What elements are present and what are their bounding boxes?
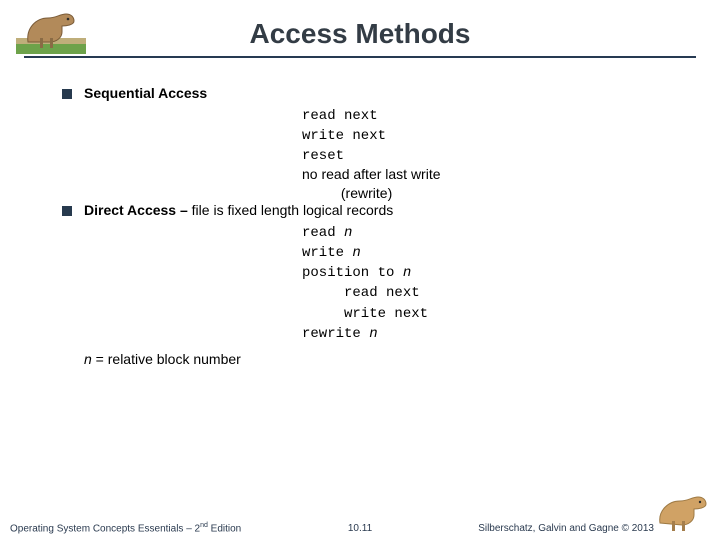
slide-title: Access Methods <box>0 18 720 50</box>
footer-right: Silberschatz, Galvin and Gagne © 2013 <box>478 523 654 534</box>
dinosaur-icon <box>654 493 712 538</box>
note-rest: = relative block number <box>92 351 241 367</box>
op-n: n <box>369 326 377 342</box>
op: write next <box>302 128 386 144</box>
op-n: n <box>352 245 360 261</box>
bullet-label: Sequential Access <box>84 85 207 103</box>
slide-body: Sequential Access read next write next r… <box>62 85 690 369</box>
bullet-label: Direct Access – <box>84 202 192 218</box>
op-n: n <box>344 225 352 241</box>
bullet-icon <box>62 89 72 99</box>
seq-ops: read next write next reset no read after… <box>302 105 690 202</box>
note-n: n <box>84 351 92 367</box>
note: n = relative block number <box>84 351 690 369</box>
op: position to <box>302 265 403 281</box>
direct-ops: read n write n position to n read next w… <box>302 222 690 343</box>
op: read next <box>302 285 420 301</box>
op: (rewrite) <box>302 185 392 201</box>
desc-em: logical records <box>303 202 393 218</box>
bullet-icon <box>62 206 72 216</box>
bullet-direct: Direct Access – file is fixed length log… <box>62 202 690 220</box>
op: no read after last write <box>302 166 441 182</box>
title-underline <box>24 56 696 58</box>
op: read <box>302 225 344 241</box>
op: write next <box>302 306 428 322</box>
op: reset <box>302 148 344 164</box>
op: write <box>302 245 352 261</box>
op: rewrite <box>302 326 369 342</box>
bullet-text: Direct Access – file is fixed length log… <box>84 202 393 220</box>
op: read next <box>302 108 378 124</box>
bullet-sequential: Sequential Access <box>62 85 690 103</box>
op-n: n <box>403 265 411 281</box>
desc: file is fixed length <box>192 202 303 218</box>
